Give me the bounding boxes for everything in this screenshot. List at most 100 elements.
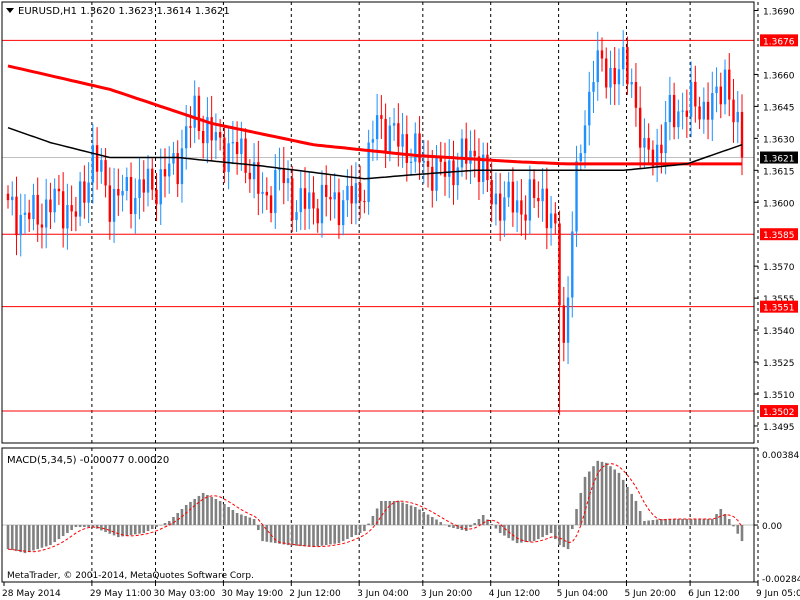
- candle-body: [405, 134, 409, 163]
- candle-body: [295, 212, 298, 221]
- macd-bar: [515, 525, 519, 544]
- candle-body: [643, 138, 646, 148]
- macd-bar: [596, 460, 600, 526]
- macd-bar: [227, 506, 230, 526]
- candle-body: [685, 110, 689, 117]
- candle-body: [231, 141, 235, 144]
- candle-body: [503, 197, 506, 221]
- macd-bar: [324, 525, 328, 546]
- candle-body: [358, 183, 362, 202]
- macd-bar: [435, 519, 438, 526]
- macd-bar: [346, 525, 349, 540]
- candle-body: [600, 50, 604, 59]
- candle-body: [146, 168, 150, 193]
- macd-bar: [257, 525, 260, 531]
- macd-bar: [498, 525, 502, 534]
- candle-body: [104, 160, 107, 186]
- macd-bar: [163, 523, 167, 526]
- time-axis-label: 5 Jun 20:00: [624, 589, 676, 599]
- candle-body: [545, 188, 549, 229]
- price-axis-label: 1.3621: [763, 155, 795, 165]
- macd-bar: [350, 525, 353, 538]
- candle-body: [414, 133, 417, 162]
- macd-bar: [562, 525, 566, 548]
- candle-body: [456, 167, 459, 186]
- price-axis-label: 1.3540: [763, 327, 795, 337]
- macd-bar: [418, 509, 421, 526]
- candle-body: [371, 139, 375, 143]
- time-axis-label: 4 Jun 12:00: [489, 589, 541, 599]
- macd-bar: [117, 525, 120, 538]
- candle-body: [151, 168, 154, 190]
- candle-body: [617, 69, 621, 85]
- candle-body: [308, 192, 311, 209]
- macd-bar: [218, 500, 222, 526]
- candle-body: [460, 138, 464, 168]
- macd-bar: [329, 525, 332, 545]
- macd-bar: [6, 525, 10, 550]
- macd-bar: [503, 525, 506, 536]
- candle-body: [431, 166, 434, 191]
- candle-body: [23, 212, 27, 215]
- time-axis-label: 30 May 19:00: [221, 589, 283, 599]
- candle-body: [592, 82, 595, 92]
- macd-bar: [155, 525, 158, 528]
- candle-body: [498, 193, 502, 221]
- candle-body: [537, 197, 540, 202]
- macd-bar: [532, 525, 536, 542]
- macd-bar: [380, 500, 383, 526]
- macd-bar: [282, 525, 286, 545]
- macd-bar: [706, 519, 710, 526]
- candle-body: [87, 182, 90, 203]
- macd-bar: [78, 525, 82, 528]
- price-axis-label: 1.3660: [763, 71, 795, 81]
- macd-bar: [354, 525, 358, 536]
- candle-body: [571, 231, 574, 298]
- macd-bar: [405, 503, 409, 526]
- macd-bar: [392, 500, 396, 526]
- candle-body: [668, 94, 672, 123]
- macd-bar: [184, 504, 188, 526]
- candle-body: [112, 188, 116, 222]
- macd-bar: [70, 525, 73, 531]
- price-axis-label: 1.3495: [763, 423, 795, 433]
- macd-bar: [668, 519, 672, 526]
- candle-body: [732, 99, 735, 123]
- macd-bar: [142, 525, 146, 534]
- macd-bar: [133, 525, 137, 535]
- candle-body: [350, 185, 353, 204]
- candle-body: [605, 58, 608, 88]
- macd-bar: [303, 525, 307, 547]
- candle-body: [227, 143, 230, 172]
- candle-body: [201, 131, 205, 144]
- candle-body: [91, 145, 95, 183]
- candle-body: [257, 162, 260, 194]
- macd-bar: [575, 508, 578, 526]
- macd-bar: [66, 525, 69, 534]
- macd-bar: [685, 519, 689, 526]
- macd-bar: [193, 498, 196, 526]
- macd-bar: [452, 525, 455, 529]
- candle-body: [303, 188, 307, 209]
- candle-body: [583, 125, 587, 154]
- candle-body: [490, 180, 493, 205]
- candle-body: [19, 214, 22, 236]
- macd-bar: [112, 525, 116, 536]
- candle-body: [392, 123, 396, 126]
- candle-body: [346, 185, 349, 201]
- macd-bar: [600, 461, 604, 526]
- candle-body: [706, 101, 710, 120]
- macd-bar: [61, 525, 65, 537]
- candle-body: [409, 161, 413, 163]
- trading-chart[interactable]: EURUSD,H1 1.3620 1.3623 1.3614 1.3621 MA…: [0, 0, 800, 600]
- candle-body: [473, 150, 476, 157]
- price-axis-label: 1.3525: [763, 359, 795, 369]
- macd-bar: [426, 514, 430, 526]
- candle-body: [125, 177, 128, 191]
- macd-bar: [189, 501, 192, 526]
- price-axis-label: 1.3600: [763, 199, 795, 209]
- candle-body: [541, 188, 544, 202]
- candle-body: [15, 196, 18, 236]
- macd-bar: [235, 512, 239, 526]
- candle-body: [558, 223, 561, 306]
